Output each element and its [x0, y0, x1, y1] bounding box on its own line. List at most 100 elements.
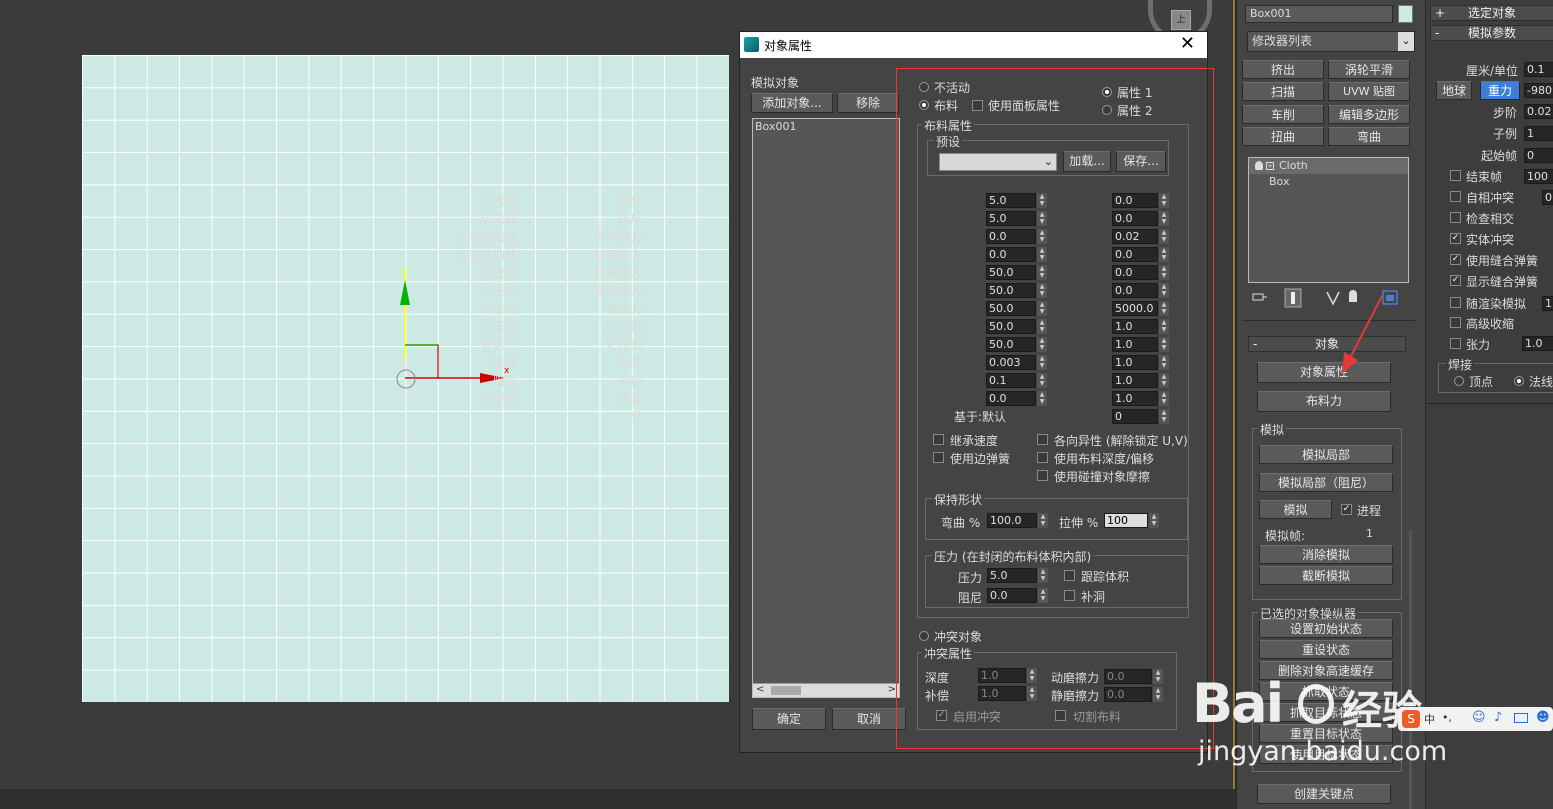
cm-unit-label: 厘米/单位	[1466, 64, 1519, 78]
pin-stack-icon	[1252, 293, 1267, 301]
lightbulb-icon[interactable]	[1255, 161, 1263, 170]
end-frame-input[interactable]: 100	[1524, 169, 1553, 184]
earth-button[interactable]: 地球	[1436, 81, 1472, 100]
stack-item-box[interactable]: Box	[1249, 174, 1408, 190]
erase-simulation-button[interactable]: 消除模拟	[1259, 545, 1393, 564]
sim-frames-value: 1	[1366, 527, 1373, 540]
mod-bend-button[interactable]: 弯曲	[1328, 127, 1410, 146]
step-input[interactable]: 0.02	[1524, 104, 1553, 119]
add-objects-button[interactable]: 添加对象...	[751, 93, 833, 113]
mod-turbosmooth-button[interactable]: 涡轮平滑	[1328, 60, 1410, 79]
ime-toolbar[interactable]: S 中 •, ☺ ♪ ☻	[1398, 707, 1553, 731]
simulate-local-button[interactable]: 模拟局部	[1259, 445, 1393, 464]
watermark-brand: Bai	[1192, 672, 1284, 735]
cloth-forces-button[interactable]: 布料力	[1257, 391, 1391, 412]
simulate-button[interactable]: 模拟	[1259, 500, 1332, 519]
left-param-label: U 弯曲	[480, 194, 517, 208]
dialog-titlebar[interactable]: 对象属性 ✕	[740, 32, 1207, 58]
weld-vertex-label: 顶点	[1469, 375, 1494, 389]
start-frame-label: 起始帧	[1481, 149, 1518, 163]
right-param-label: 动磨擦力	[593, 248, 642, 262]
right-param-label: 补偿	[617, 374, 642, 388]
ime-logo-icon[interactable]: S	[1402, 710, 1420, 728]
step-label: 步阶	[1493, 106, 1518, 120]
create-keys-button[interactable]: 创建关键点	[1257, 784, 1391, 804]
sim-params-rollout[interactable]: - 模拟参数	[1430, 25, 1553, 41]
progress-checkbox[interactable]: ✓	[1341, 504, 1352, 515]
self-collision-checkbox[interactable]	[1450, 191, 1461, 202]
check-intersection-checkbox[interactable]	[1450, 212, 1461, 223]
self-collision-label: 自相冲突	[1466, 191, 1515, 205]
modifier-stack[interactable]: + Cloth Box	[1248, 157, 1409, 283]
ok-button[interactable]: 确定	[752, 708, 826, 730]
viewport-bottom-bar	[0, 789, 1235, 809]
advanced-pinch-label: 高级收缩	[1466, 317, 1515, 331]
horizontal-scrollbar[interactable]: < >	[753, 683, 899, 697]
mod-lathe-button[interactable]: 车削	[1242, 105, 1324, 124]
left-param-label: V 弯曲曲线	[456, 248, 517, 262]
weld-vertex-radio[interactable]	[1454, 376, 1464, 386]
object-properties-dialog[interactable]: 对象属性 ✕ 模拟对象 添加对象... 移除 Box001 < > 确定 取消 …	[456, 31, 1214, 753]
self-collision-input[interactable]: 0	[1542, 190, 1553, 205]
axis-y-label: y	[402, 266, 408, 276]
set-initial-state-button[interactable]: 设置初始状态	[1259, 619, 1393, 638]
watermark-url: jingyan.baidu.com	[1198, 736, 1448, 767]
mod-extrude-button[interactable]: 挤出	[1242, 60, 1324, 79]
ime-user-icon[interactable]: ☻	[1536, 710, 1550, 725]
viewcube-face[interactable]: 上	[1171, 10, 1191, 30]
subsamples-input[interactable]: 1	[1524, 126, 1553, 141]
ime-keyboard-icon[interactable]	[1514, 713, 1528, 723]
list-item[interactable]: Box001	[753, 119, 899, 134]
mod-twist-button[interactable]: 扭曲	[1242, 127, 1324, 146]
annotation-arrow-icon	[1342, 295, 1383, 374]
mod-edit-poly-button[interactable]: 编辑多边形	[1328, 105, 1410, 124]
simulate-local-damped-button[interactable]: 模拟局部（阻尼）	[1259, 473, 1393, 492]
selected-object-rollout[interactable]: + 选定对象	[1430, 5, 1553, 21]
ime-mic-icon[interactable]: ♪	[1494, 710, 1502, 725]
ime-emoji-icon[interactable]: ☺	[1472, 710, 1486, 725]
object-color-swatch[interactable]	[1398, 5, 1413, 23]
truncate-simulation-button[interactable]: 截断模拟	[1259, 566, 1393, 585]
close-icon[interactable]: ✕	[1180, 33, 1195, 54]
chevron-down-icon[interactable]: ⌄	[1398, 32, 1414, 51]
advanced-pinch-checkbox[interactable]	[1450, 317, 1461, 328]
gravity-button[interactable]: 重力	[1480, 81, 1520, 100]
sim-on-render-input[interactable]: 1	[1542, 296, 1553, 311]
reset-state-button[interactable]: 重设状态	[1259, 640, 1393, 659]
right-param-label: 空气阻力	[593, 230, 642, 244]
show-sewing-springs-checkbox[interactable]: ✓	[1450, 275, 1461, 286]
dialog-title: 对象属性	[764, 39, 813, 53]
left-param-label: 阻尼	[492, 374, 517, 388]
right-param-label: 接合力	[605, 302, 642, 316]
modifier-list-label: 修改器列表	[1252, 34, 1313, 48]
left-param-label: 可塑性	[480, 392, 517, 406]
end-frame-checkbox[interactable]	[1450, 170, 1461, 181]
stack-item-cloth[interactable]: + Cloth	[1249, 158, 1408, 174]
sim-objects-list[interactable]: Box001 < >	[752, 118, 900, 698]
app-logo-icon	[744, 37, 759, 52]
cancel-button[interactable]: 取消	[832, 708, 906, 730]
weld-normal-radio[interactable]	[1514, 376, 1524, 386]
subsamples-label: 子例	[1493, 127, 1518, 141]
left-param-label: U 弯曲曲线	[456, 230, 517, 244]
start-frame-input[interactable]: 0	[1524, 148, 1553, 163]
solid-collision-checkbox[interactable]: ✓	[1450, 233, 1461, 244]
mod-uvw-map-button[interactable]: UVW 贴图	[1328, 82, 1410, 101]
right-param-label: U 比例	[605, 320, 642, 334]
mod-sweep-button[interactable]: 扫描	[1242, 82, 1324, 101]
cm-unit-input[interactable]: 0.1	[1524, 62, 1553, 77]
tension-input[interactable]: 1.0	[1522, 336, 1553, 351]
end-frame-label: 结束帧	[1466, 170, 1503, 184]
check-intersection-label: 检查相交	[1466, 212, 1515, 226]
ime-punct-icon[interactable]: •,	[1442, 711, 1452, 724]
use-sewing-springs-checkbox[interactable]: ✓	[1450, 254, 1461, 265]
left-param-label: U 压缩	[480, 302, 517, 316]
modifier-list-dropdown[interactable]: 修改器列表 ⌄	[1247, 31, 1415, 52]
ime-lang-icon[interactable]: 中	[1424, 711, 1435, 727]
expand-icon[interactable]: +	[1266, 162, 1274, 170]
tension-checkbox[interactable]	[1450, 338, 1461, 349]
gravity-input[interactable]: -980.	[1524, 83, 1553, 98]
remove-button[interactable]: 移除	[837, 93, 899, 113]
sim-on-render-checkbox[interactable]	[1450, 297, 1461, 308]
object-name-field[interactable]: Box001	[1245, 5, 1393, 23]
